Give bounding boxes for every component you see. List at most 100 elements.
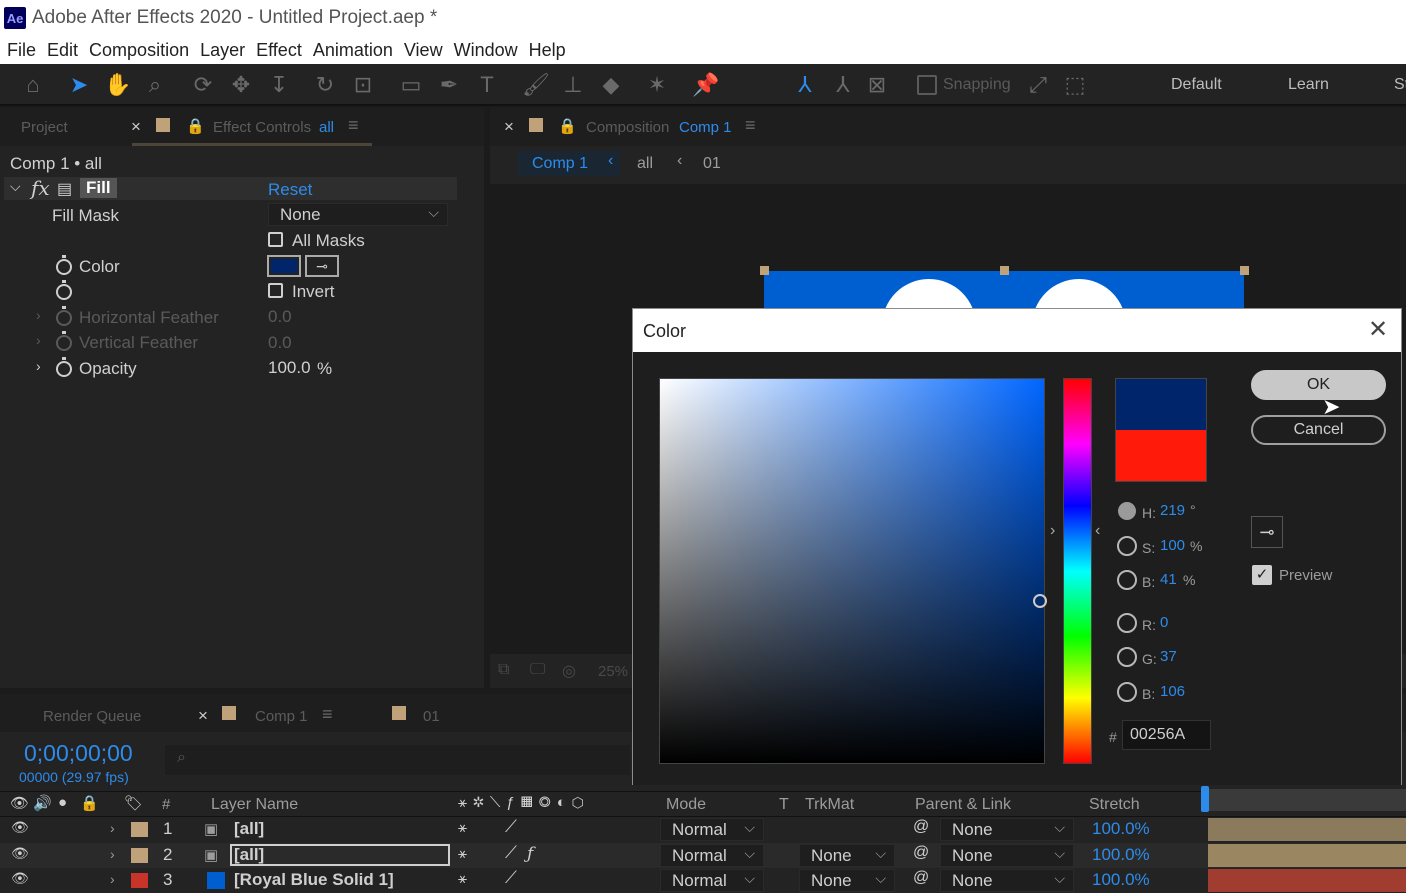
s-radio[interactable] (1117, 536, 1137, 556)
quality-switch-icon[interactable]: ⟋ (505, 817, 517, 837)
tab-comp1[interactable]: Comp 1 (255, 708, 308, 725)
playhead[interactable] (1201, 786, 1209, 812)
snap-edges-icon[interactable]: ⤢ (1025, 72, 1051, 98)
type-tool-icon[interactable]: T (474, 72, 500, 98)
pen-tool-icon[interactable]: ✒ (436, 72, 462, 98)
close-icon[interactable]: ✕ (1368, 315, 1388, 344)
tab-01[interactable]: 01 (423, 708, 440, 725)
roto-brush-tool-icon[interactable]: ✶ (644, 72, 670, 98)
layer-name-header[interactable]: Layer Name (211, 796, 298, 814)
panel-menu-icon[interactable]: ≡ (745, 115, 756, 136)
stretch-value[interactable]: 100.0% (1092, 870, 1150, 890)
r-value[interactable]: 0 (1160, 614, 1168, 631)
b2-radio[interactable] (1117, 682, 1137, 702)
saturation-brightness-field[interactable] (659, 378, 1047, 764)
breadcrumb-01[interactable]: 01 (703, 155, 721, 173)
opacity-value[interactable]: 100.0 (268, 358, 311, 378)
trkmat-dropdown[interactable]: None (799, 842, 895, 867)
table-row[interactable]: 👁 › 1 ▣ [all] ⚹ ⟋ Normal @ None 100.0% (0, 816, 1406, 842)
expand-chevron-icon[interactable]: › (110, 871, 115, 887)
h-feather-value[interactable]: 0.0 (268, 307, 292, 327)
dolly-camera-icon[interactable]: ↧ (266, 72, 292, 98)
hue-slider[interactable] (1063, 378, 1092, 764)
label-color-swatch[interactable] (131, 873, 148, 888)
menu-view[interactable]: View (404, 40, 443, 61)
panel-menu-icon[interactable]: ≡ (348, 115, 359, 136)
pickwhip-icon[interactable]: @ (913, 818, 929, 836)
v-feather-stopwatch-icon[interactable] (56, 331, 72, 351)
quality-switch-icon[interactable]: ⟋ (505, 843, 517, 863)
h-feather-stopwatch-icon[interactable] (56, 306, 72, 326)
hex-input[interactable]: 00256A (1122, 720, 1211, 750)
b-value[interactable]: 41 (1160, 571, 1177, 588)
invert-stopwatch-icon[interactable] (56, 280, 72, 300)
expand-chevron-icon[interactable]: › (110, 820, 115, 836)
g-radio[interactable] (1117, 647, 1137, 667)
menu-effect[interactable]: Effect (256, 40, 302, 61)
stretch-value[interactable]: 100.0% (1092, 819, 1150, 839)
rotation-tool-icon[interactable]: ↻ (312, 72, 338, 98)
breadcrumb-comp1[interactable]: Comp 1 (532, 155, 588, 173)
parent-dropdown[interactable]: None (940, 842, 1074, 867)
mode-dropdown[interactable]: Normal (660, 867, 764, 892)
label-header-icon[interactable]: 🏷 (124, 794, 143, 812)
layer-name[interactable]: [Royal Blue Solid 1] (234, 870, 394, 890)
menu-layer[interactable]: Layer (200, 40, 245, 61)
layer-name[interactable]: [all] (234, 845, 264, 865)
trkmat-header[interactable]: TrkMat (805, 796, 854, 814)
fill-mask-dropdown[interactable]: None (268, 201, 448, 226)
zoom-level[interactable]: 25% (598, 663, 628, 680)
local-axis-icon[interactable]: ⅄ (792, 72, 818, 98)
visibility-header-icon[interactable]: 👁 (10, 794, 29, 812)
monitor-icon[interactable]: 🖵 (530, 661, 545, 679)
snapping-checkbox[interactable] (917, 75, 937, 95)
invert-checkbox[interactable] (268, 283, 283, 298)
lock-header-icon[interactable]: 🔒 (80, 794, 99, 812)
transform-handle[interactable] (1000, 266, 1009, 275)
close-tab-icon[interactable]: × (131, 117, 141, 137)
brush-tool-icon[interactable]: 🖌 (522, 72, 550, 98)
tab-project[interactable]: Project (21, 119, 68, 136)
label-color-swatch[interactable] (131, 848, 148, 863)
cancel-button[interactable]: Cancel (1251, 415, 1386, 445)
close-tab-icon[interactable]: × (504, 117, 514, 137)
lock-icon[interactable]: 🔒 (186, 117, 205, 135)
lock-icon[interactable]: 🔒 (558, 117, 577, 135)
parent-dropdown[interactable]: None (940, 816, 1074, 841)
eye-icon[interactable]: 👁 (11, 819, 29, 836)
audio-header-icon[interactable]: 🔊 (33, 794, 52, 812)
layer-duration-bar[interactable] (1208, 869, 1406, 892)
pickwhip-icon[interactable]: @ (913, 869, 929, 887)
layer-search-input[interactable]: ⌕ (165, 745, 630, 775)
snapshot-icon[interactable]: ⧉ (498, 661, 509, 679)
menu-animation[interactable]: Animation (313, 40, 393, 61)
r-radio[interactable] (1117, 613, 1137, 633)
puppet-pin-tool-icon[interactable]: 📌 (692, 72, 719, 98)
s-value[interactable]: 100 (1160, 537, 1185, 554)
expand-chevron-icon[interactable]: › (110, 846, 115, 862)
menu-composition[interactable]: Composition (89, 40, 189, 61)
mode-dropdown[interactable]: Normal (660, 842, 764, 867)
shy-switch-icon[interactable]: ⚹ (458, 870, 467, 887)
layer-duration-bar[interactable] (1208, 844, 1406, 867)
layer-name[interactable]: [all] (234, 819, 264, 839)
trkmat-dropdown[interactable]: None (799, 867, 895, 892)
shy-switch-icon[interactable]: ⚹ (458, 819, 467, 836)
g-value[interactable]: 37 (1160, 648, 1177, 665)
b-radio[interactable] (1117, 570, 1137, 590)
breadcrumb-all[interactable]: all (637, 155, 653, 173)
pickwhip-icon[interactable]: @ (913, 844, 929, 862)
menu-file[interactable]: File (7, 40, 36, 61)
tab-composition[interactable]: Composition (586, 119, 669, 136)
v-feather-value[interactable]: 0.0 (268, 333, 292, 353)
fx-icon[interactable]: fx (31, 176, 50, 200)
color-swatch[interactable] (267, 255, 301, 277)
selection-tool-icon[interactable]: ➤ (66, 72, 92, 98)
rectangle-tool-icon[interactable]: ▭ (398, 72, 424, 98)
hand-tool-icon[interactable]: ✋ (104, 72, 131, 98)
table-row[interactable]: 👁 › 3 [Royal Blue Solid 1] ⚹ ⟋ Normal No… (0, 867, 1406, 893)
comp-layer-preview[interactable] (764, 271, 1244, 311)
quality-switch-icon[interactable]: ⟋ (505, 868, 517, 888)
workspace-standard[interactable]: St (1394, 76, 1406, 94)
workspace-learn[interactable]: Learn (1288, 76, 1329, 94)
